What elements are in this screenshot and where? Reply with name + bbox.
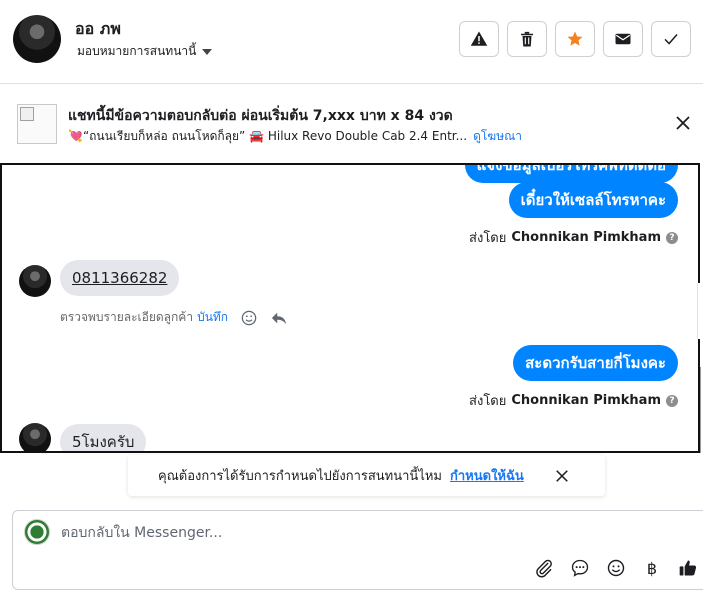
message-thread[interactable]: แจ้งข้อมูลเบอร์โทรศัพท์ติดต่อ เดี๋ยวให้เ… (0, 163, 700, 453)
check-icon (664, 34, 678, 45)
customer-detail-detected: ตรวจพบรายละเอียดลูกค้า บันทึก (60, 308, 288, 327)
attach-icon[interactable] (533, 557, 555, 579)
message-composer: ฿ (12, 510, 703, 590)
help-icon[interactable]: ? (666, 394, 678, 407)
trash-icon (521, 31, 533, 47)
incoming-message[interactable]: 5โมงครับ (60, 424, 147, 451)
sent-by-prefix: ส่งโดย (469, 394, 507, 409)
sent-by-label: ส่งโดย Chonnikan Pimkham ? (469, 390, 678, 411)
outgoing-message: แจ้งข้อมูลเบอร์โทรศัพท์ติดต่อ (464, 165, 678, 183)
emoji-icon[interactable] (605, 557, 627, 579)
outgoing-message: สะดวกรับสายกี่โมงคะ (513, 345, 678, 381)
composer-tools: ฿ (533, 557, 699, 579)
close-icon (676, 116, 690, 130)
sent-by-label: ส่งโดย Chonnikan Pimkham ? (469, 227, 678, 248)
page-logo (24, 519, 50, 545)
ad-title: แชทนี้มีข้อความตอบกลับต่อ ผ่อนเริ่มต้น 7… (68, 108, 453, 124)
delete-button[interactable] (507, 21, 547, 57)
sent-by-prefix: ส่งโดย (469, 231, 507, 246)
close-icon (556, 470, 568, 482)
close-banner-button[interactable] (673, 113, 693, 133)
contact-avatar-small (19, 423, 51, 451)
baht-icon[interactable]: ฿ (641, 557, 663, 579)
save-detail-link[interactable]: บันทึก (197, 308, 228, 327)
ad-subtitle: 💘“ถนนเรียบก็หล่อ ถนนโหดก็ลุย” 🚘 Hilux Re… (68, 129, 468, 143)
mark-unread-button[interactable] (603, 21, 643, 57)
assign-label: มอบหมายการสนทนานี้ (77, 44, 197, 58)
mail-icon (615, 33, 631, 45)
header-actions (459, 21, 691, 57)
contact-avatar[interactable] (13, 15, 61, 63)
assign-conversation-dropdown[interactable]: มอบหมายการสนทนานี้ (77, 42, 213, 61)
ad-reply-banner: แชทนี้มีข้อความตอบกลับต่อ ผ่อนเริ่มต้น 7… (0, 85, 703, 163)
side-panel-edge (697, 283, 703, 339)
reply-input[interactable] (61, 522, 621, 544)
outgoing-message: เดี๋ยวให้เซลล์โทรหาคะ (508, 182, 678, 218)
star-button[interactable] (555, 21, 595, 57)
view-ad-link[interactable]: ดูโฆษณา (473, 127, 522, 146)
assign-prompt-text: คุณต้องการได้รับการกำหนดไปยังการสนทนานี้… (158, 469, 442, 484)
ad-subtitle-row: 💘“ถนนเรียบก็หล่อ ถนนโหดก็ลุย” 🚘 Hilux Re… (68, 127, 522, 146)
dismiss-prompt-button[interactable] (553, 467, 571, 485)
like-icon[interactable] (677, 557, 699, 579)
conversation-header: ออ ภพ มอบหมายการสนทนานี้ (0, 0, 703, 84)
reply-icon[interactable] (270, 309, 288, 327)
done-button[interactable] (651, 21, 691, 57)
react-emoji-icon[interactable] (240, 309, 258, 327)
alert-icon (470, 31, 488, 46)
help-icon[interactable]: ? (666, 231, 678, 244)
contact-avatar-small (19, 265, 51, 297)
assign-prompt: คุณต้องการได้รับการกำหนดไปยังการสนทนานี้… (128, 455, 605, 496)
star-icon (567, 31, 583, 46)
detail-text: ตรวจพบรายละเอียดลูกค้า (60, 310, 194, 324)
sender-name: Chonnikan Pimkham (511, 393, 661, 408)
contact-name[interactable]: ออ ภพ (75, 17, 121, 42)
sender-name: Chonnikan Pimkham (511, 230, 661, 245)
saved-reply-icon[interactable] (569, 557, 591, 579)
ad-thumbnail[interactable] (17, 104, 57, 144)
assign-to-me-link[interactable]: กำหนดให้ฉัน (450, 465, 524, 486)
spam-button[interactable] (459, 21, 499, 57)
incoming-message[interactable]: 0811366282 (60, 260, 180, 296)
caret-down-icon (202, 48, 213, 55)
